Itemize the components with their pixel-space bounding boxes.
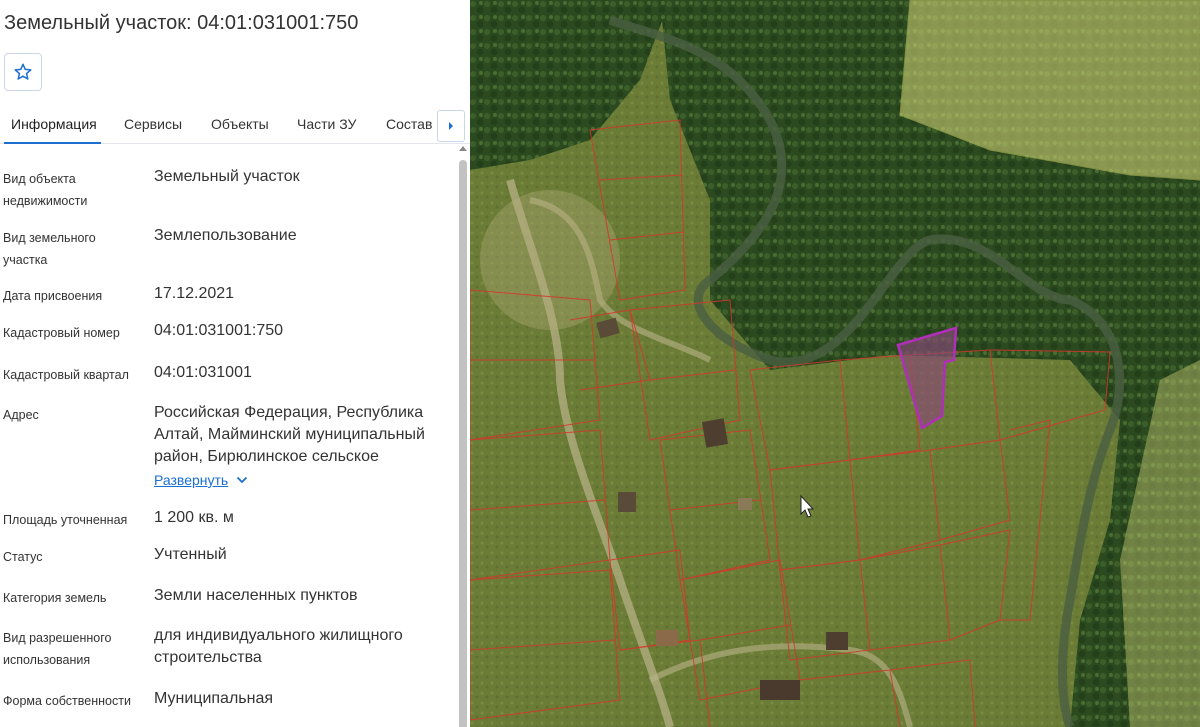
field-value: 04:01:031001 bbox=[154, 364, 252, 381]
field-value: Земельный участок bbox=[154, 168, 300, 185]
favorite-button[interactable] bbox=[4, 53, 42, 91]
star-outline-icon bbox=[14, 63, 32, 80]
tab-objects[interactable]: Объекты bbox=[211, 116, 269, 132]
scroll-thumb[interactable] bbox=[459, 160, 467, 727]
tab-services[interactable]: Сервисы bbox=[124, 116, 182, 132]
field-value: Муниципальная bbox=[154, 690, 274, 707]
clearing bbox=[480, 190, 620, 330]
satellite-map[interactable] bbox=[470, 0, 1200, 727]
expand-address-link[interactable]: Развернуть bbox=[154, 472, 248, 488]
field-label: Адрес bbox=[3, 408, 39, 422]
map-canvas[interactable] bbox=[470, 0, 1200, 727]
tab-information[interactable]: Информация bbox=[11, 116, 97, 132]
page-title: Земельный участок: 04:01:031001:750 bbox=[4, 12, 359, 34]
field-label: Категория земель bbox=[3, 591, 107, 605]
panel-scrollbar[interactable] bbox=[458, 146, 468, 727]
field-label: Статус bbox=[3, 550, 43, 564]
field-value: 04:01:031001:750 bbox=[154, 322, 284, 339]
field-value: Учтенный bbox=[154, 546, 227, 563]
field-label: Вид разрешенного использования bbox=[3, 631, 112, 667]
field-label: Вид земельного участка bbox=[3, 231, 96, 267]
field-label: Вид объекта недвижимости bbox=[3, 172, 88, 208]
field-value: Земли населенных пунктов bbox=[154, 587, 358, 604]
expand-label: Развернуть bbox=[154, 472, 229, 488]
tab-composition[interactable]: Состав bbox=[386, 116, 432, 132]
field-value: для индивидуального жилищного строительс… bbox=[154, 627, 403, 666]
caret-right-icon bbox=[449, 122, 453, 130]
field-label: Кадастровый номер bbox=[3, 326, 120, 340]
tab-parcel-parts[interactable]: Части ЗУ bbox=[297, 116, 356, 132]
field-label: Площадь уточненная bbox=[3, 513, 128, 527]
scroll-up-arrow-icon[interactable] bbox=[459, 146, 467, 151]
tabs-scroll-right-button[interactable] bbox=[437, 110, 465, 142]
chevron-down-icon bbox=[237, 476, 248, 484]
tab-bar: Информация Сервисы Объекты Части ЗУ Сост… bbox=[0, 104, 470, 144]
info-panel: Земельный участок: 04:01:031001:750 Инфо… bbox=[0, 0, 470, 727]
field-label: Дата присвоения bbox=[3, 289, 103, 303]
field-value: Землепользование bbox=[154, 227, 297, 244]
active-tab-indicator bbox=[4, 142, 101, 144]
field-value: 1 200 кв. м bbox=[154, 509, 234, 526]
field-value: Российская Федерация, Республика Алтай, … bbox=[154, 404, 425, 465]
field-label: Форма собственности bbox=[3, 694, 131, 708]
field-value: 17.12.2021 bbox=[154, 285, 235, 302]
field-label: Кадастровый квартал bbox=[3, 368, 129, 382]
